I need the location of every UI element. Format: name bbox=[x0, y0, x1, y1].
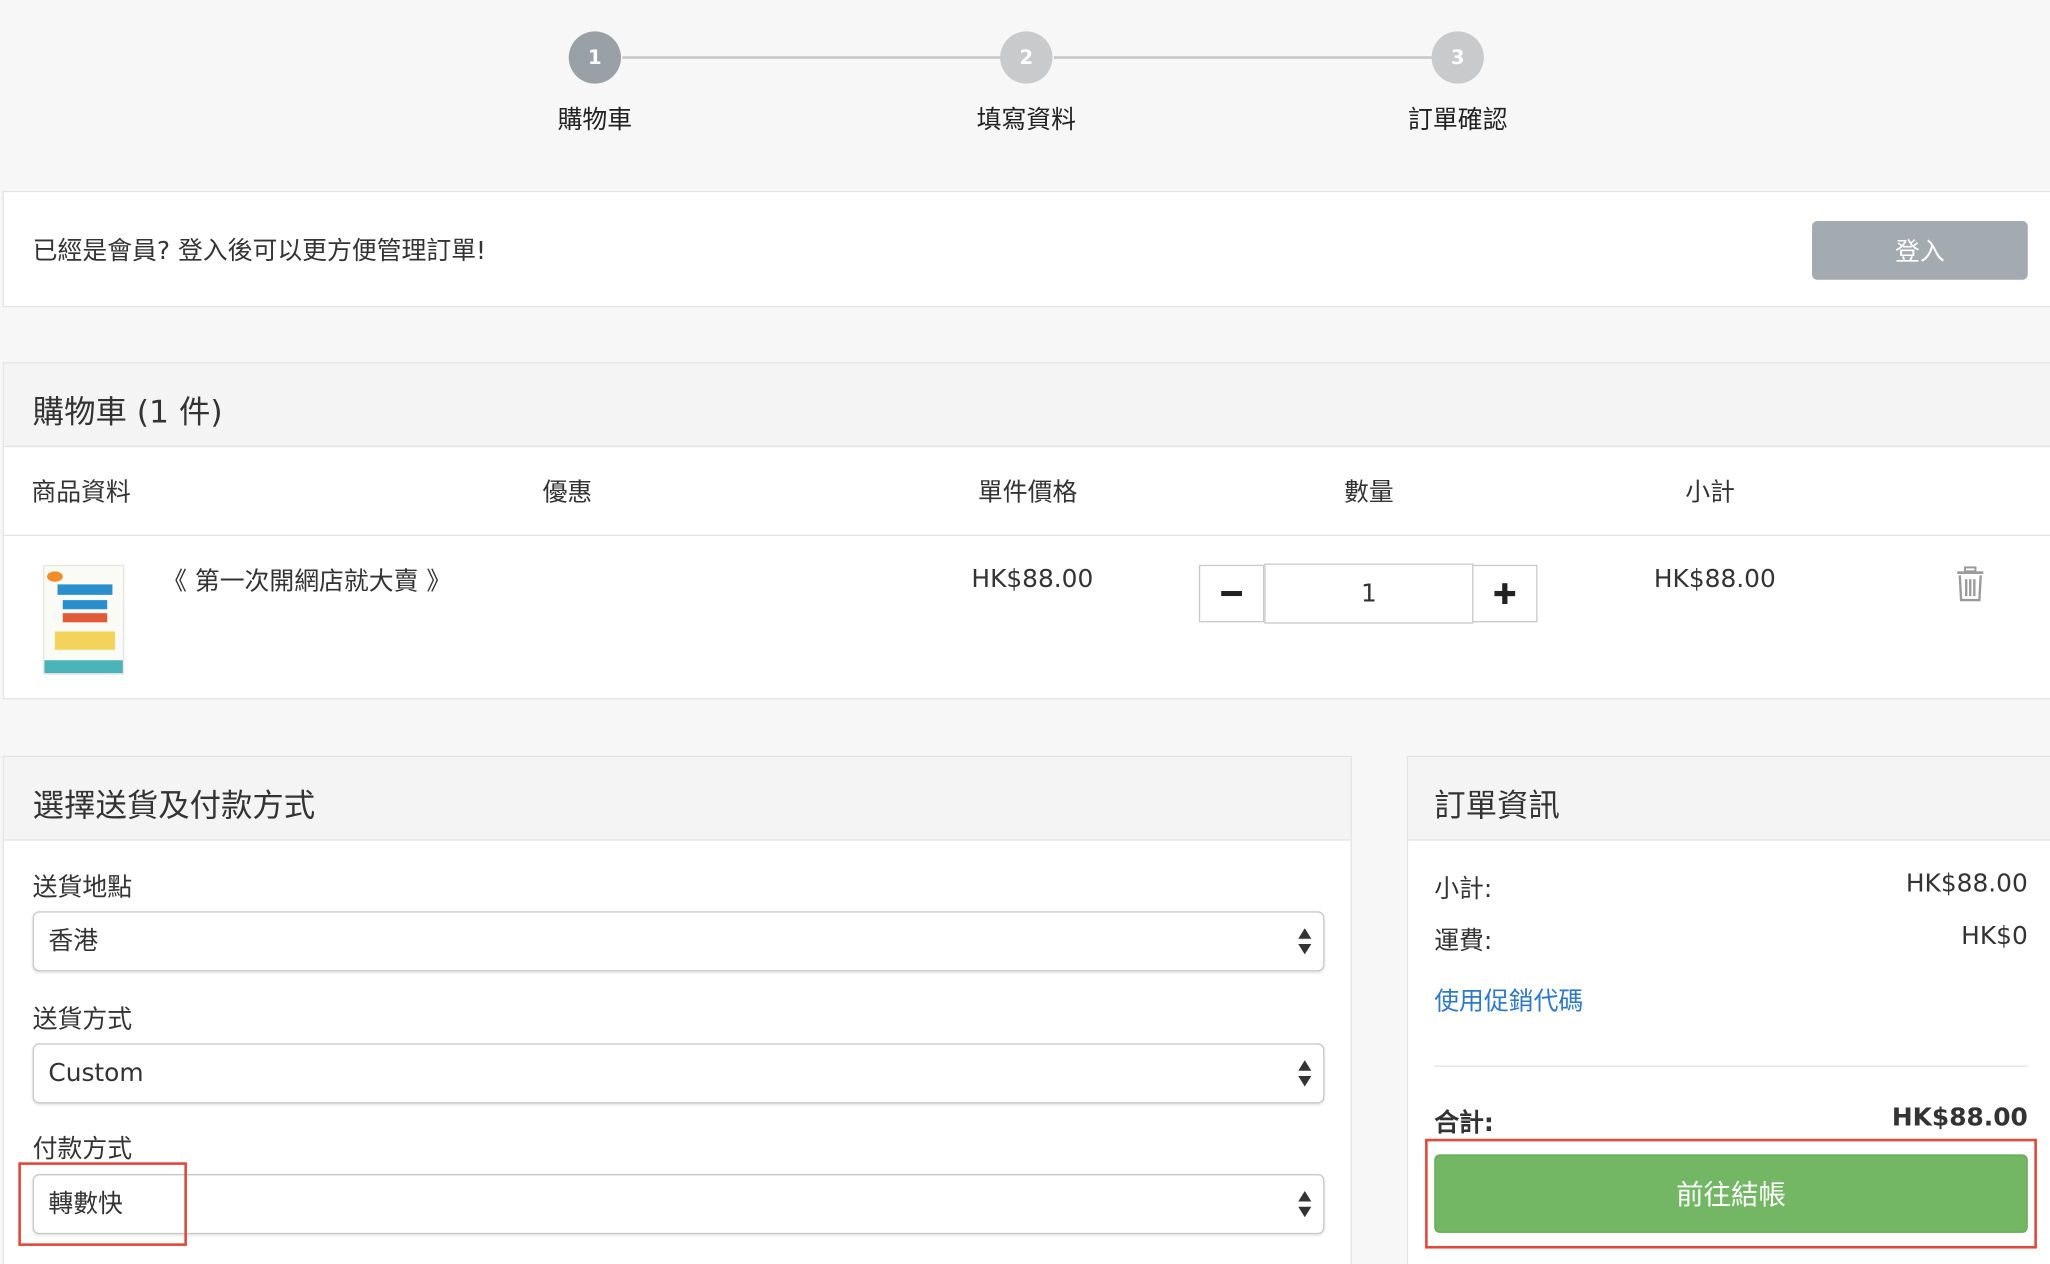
select-arrows-icon bbox=[1297, 1190, 1313, 1219]
checkout-page: 1 2 3 購物車 填寫資料 訂單確認 已經是會員? 登入後可以更方便管理訂單!… bbox=[0, 0, 2050, 1264]
step-3-label: 訂單確認 bbox=[1408, 105, 1508, 135]
summary-divider bbox=[1434, 1065, 2028, 1067]
table-row: 《 第一次開網店就大賣 》 HK$88.00 1 HK$88.00 bbox=[4, 536, 2050, 701]
delivery-method-select[interactable]: Custom bbox=[32, 1043, 1325, 1104]
step-3-indicator: 3 bbox=[1431, 31, 1484, 84]
summary-title: 訂單資訊 bbox=[1434, 787, 1560, 824]
total-label: 合計: bbox=[1434, 1108, 1494, 1138]
payment-method-label: 付款方式 bbox=[32, 1134, 133, 1164]
cart-title: 購物車 (1 件) bbox=[32, 393, 223, 431]
subtotal-label: 小計: bbox=[1434, 874, 1493, 904]
shipping-header: 選擇送貨及付款方式 bbox=[3, 756, 1351, 841]
payment-method-select[interactable]: 轉數快 bbox=[32, 1174, 1325, 1235]
cart-panel: 購物車 (1 件) 商品資料 優惠 單件價格 數量 小計 《 第一次開網店就大賣… bbox=[2, 362, 2050, 701]
column-quantity: 數量 bbox=[1344, 478, 1394, 508]
book-cover[interactable] bbox=[43, 564, 125, 675]
login-button[interactable]: 登入 bbox=[1812, 220, 2028, 280]
column-product: 商品資料 bbox=[31, 478, 131, 508]
trash-icon[interactable] bbox=[1955, 566, 1986, 603]
checkout-highlight-box bbox=[1425, 1138, 2037, 1249]
delivery-method-label: 送貨方式 bbox=[32, 1005, 133, 1035]
payment-highlight-box bbox=[18, 1162, 187, 1246]
step-2-indicator: 2 bbox=[1000, 31, 1053, 84]
unit-price: HK$88.00 bbox=[971, 564, 1094, 594]
delivery-location-label: 送貨地點 bbox=[32, 873, 133, 903]
step-1-indicator: 1 bbox=[568, 31, 622, 84]
column-discount: 優惠 bbox=[542, 478, 593, 508]
summary-header: 訂單資訊 bbox=[1408, 756, 2050, 841]
shipping-title: 選擇送貨及付款方式 bbox=[32, 787, 316, 824]
column-subtotal: 小計 bbox=[1685, 478, 1735, 508]
delivery-method-value: Custom bbox=[48, 1058, 144, 1088]
total-value: HK$88.00 bbox=[1891, 1103, 2028, 1133]
delivery-location-value: 香港 bbox=[48, 926, 99, 956]
cart-header: 購物車 (1 件) bbox=[3, 363, 2050, 448]
item-subtotal: HK$88.00 bbox=[1653, 564, 1776, 594]
shipping-fee-label: 運費: bbox=[1434, 926, 1493, 956]
select-arrows-icon bbox=[1297, 927, 1313, 956]
column-unit-price: 單件價格 bbox=[977, 478, 1078, 508]
step-connector bbox=[622, 56, 1002, 59]
shipping-fee-value: HK$0 bbox=[1961, 921, 2028, 951]
step-2-label: 填寫資料 bbox=[976, 105, 1076, 135]
delivery-location-select[interactable]: 香港 bbox=[32, 911, 1325, 972]
step-connector bbox=[1053, 56, 1433, 59]
plus-icon[interactable] bbox=[1472, 564, 1538, 623]
shipping-payment-panel: 選擇送貨及付款方式 送貨地點 香港 送貨方式 Custom 付款方式 轉數快 bbox=[2, 755, 1352, 1264]
subtotal-value: HK$88.00 bbox=[1905, 869, 2028, 899]
member-login-panel: 已經是會員? 登入後可以更方便管理訂單! 登入 bbox=[2, 190, 2050, 308]
minus-icon[interactable] bbox=[1198, 564, 1265, 623]
product-name[interactable]: 《 第一次開網店就大賣 》 bbox=[162, 562, 451, 597]
promo-code-link[interactable]: 使用促銷代碼 bbox=[1434, 982, 1583, 1017]
quantity-input[interactable]: 1 bbox=[1264, 563, 1474, 624]
select-arrows-icon bbox=[1297, 1059, 1313, 1088]
step-1-label: 購物車 bbox=[557, 105, 633, 135]
member-prompt: 已經是會員? 登入後可以更方便管理訂單! bbox=[32, 236, 487, 266]
cart-column-headers: 商品資料 優惠 單件價格 數量 小計 bbox=[4, 447, 2050, 536]
